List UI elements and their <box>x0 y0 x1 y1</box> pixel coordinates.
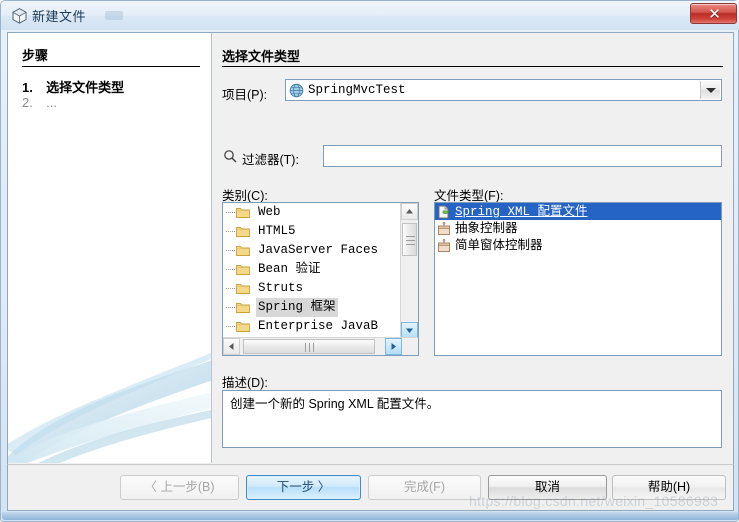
filter-label: 过滤器(T): <box>242 153 299 167</box>
list-item[interactable]: Web <box>223 203 418 222</box>
new-file-dialog: 新建文件 ✕ 步骤 1. 选择文件类型 2. ... 选择文件类型 项目(P):… <box>0 0 739 522</box>
list-item-selected[interactable]: Spring 框架 <box>223 298 418 317</box>
file-type-pane: 选择文件类型 项目(P): SpringMvcTest 过滤器(T): 类别(C… <box>212 33 733 463</box>
project-combobox[interactable]: SpringMvcTest <box>285 79 722 101</box>
list-item-label: Struts <box>258 281 304 295</box>
cube-icon <box>12 8 27 24</box>
list-item-label: Enterprise JavaB <box>258 319 379 333</box>
list-item-label: Spring 框架 <box>256 298 338 317</box>
folder-icon <box>236 263 250 275</box>
list-item[interactable]: Bean 验证 <box>223 260 418 279</box>
step-2-number: 2. <box>22 95 33 110</box>
folder-icon <box>236 282 250 294</box>
list-item-label: Web <box>258 205 281 219</box>
list-item[interactable]: HTML5 <box>223 222 418 241</box>
controller-file-icon <box>437 238 451 253</box>
dialog-content: 步骤 1. 选择文件类型 2. ... 选择文件类型 项目(P): Spring… <box>7 32 734 464</box>
project-label: 项目(P): <box>222 88 268 102</box>
step-item-1: 1. 选择文件类型 <box>22 77 124 96</box>
back-button[interactable]: 〈 上一步(B) <box>120 475 239 500</box>
list-item-label: Spring XML 配置文件 <box>455 205 588 219</box>
controller-file-icon <box>437 221 451 236</box>
list-item-label: JavaServer Faces <box>258 243 379 257</box>
list-item-selected[interactable]: Spring XML 配置文件 <box>435 203 721 220</box>
scroll-left-icon[interactable] <box>223 338 240 355</box>
list-item-label: 抽象控制器 <box>455 221 518 235</box>
cancel-button[interactable]: 取消 <box>488 475 607 500</box>
title-ghost-block <box>105 11 123 20</box>
folder-icon <box>236 206 250 218</box>
chevron-down-icon[interactable] <box>700 81 720 99</box>
project-value: SpringMvcTest <box>308 83 406 97</box>
list-item[interactable]: JavaServer Faces <box>223 241 418 260</box>
close-icon: ✕ <box>708 5 721 23</box>
category-horizontal-scrollbar[interactable] <box>223 337 418 355</box>
help-button[interactable]: 帮助(H) <box>612 475 726 500</box>
file-type-list[interactable]: Spring XML 配置文件 抽象控制器 简单窗体控制器 <box>434 202 722 356</box>
close-button[interactable]: ✕ <box>690 3 737 24</box>
description-label: 描述(D): <box>222 376 268 390</box>
steps-pane: 步骤 1. 选择文件类型 2. ... <box>8 33 212 463</box>
category-vertical-scrollbar[interactable] <box>400 203 418 339</box>
list-item-label: 简单窗体控制器 <box>455 238 543 252</box>
scrollbar-thumb-horizontal[interactable] <box>243 339 375 354</box>
folder-icon <box>236 320 250 332</box>
steps-divider <box>22 66 200 67</box>
folder-icon <box>236 244 250 256</box>
list-item[interactable]: Enterprise JavaB <box>223 317 418 336</box>
list-item[interactable]: 简单窗体控制器 <box>435 237 721 254</box>
filter-input[interactable] <box>323 145 722 167</box>
step-item-2: 2. ... <box>22 95 57 110</box>
folder-icon <box>236 301 250 313</box>
page-title: 选择文件类型 <box>222 49 301 64</box>
window-title: 新建文件 <box>32 9 87 24</box>
scrollbar-thumb-vertical[interactable] <box>402 223 417 256</box>
description-text: 创建一个新的 Spring XML 配置文件。 <box>230 397 440 411</box>
dialog-button-bar: 〈 上一步(B) 下一步 〉 完成(F) 取消 帮助(H) <box>7 464 734 511</box>
list-item[interactable]: 抽象控制器 <box>435 220 721 237</box>
step-2-label: ... <box>46 95 57 110</box>
description-box: 创建一个新的 Spring XML 配置文件。 <box>222 390 722 448</box>
folder-icon <box>236 225 250 237</box>
category-list[interactable]: Web HTML5 JavaServer Faces Bean 验证 Strut… <box>222 202 419 356</box>
spring-xml-file-icon <box>437 205 451 219</box>
scroll-right-icon[interactable] <box>385 338 402 355</box>
finish-button[interactable]: 完成(F) <box>368 475 481 500</box>
web-project-icon <box>289 83 304 98</box>
steps-heading: 步骤 <box>22 48 49 63</box>
scroll-up-icon[interactable] <box>401 203 418 220</box>
title-bar: 新建文件 ✕ <box>1 1 739 30</box>
decorative-swoosh-graphic <box>8 353 211 463</box>
search-icon <box>223 149 237 163</box>
window-bottom-glow <box>2 512 739 520</box>
next-button[interactable]: 下一步 〉 <box>246 475 361 500</box>
list-item[interactable]: Struts <box>223 279 418 298</box>
step-1-label: 选择文件类型 <box>46 80 125 95</box>
list-item-label: HTML5 <box>258 224 296 238</box>
step-1-number: 1. <box>22 80 33 95</box>
list-item-label: Bean 验证 <box>258 262 321 276</box>
page-title-divider <box>222 66 723 67</box>
